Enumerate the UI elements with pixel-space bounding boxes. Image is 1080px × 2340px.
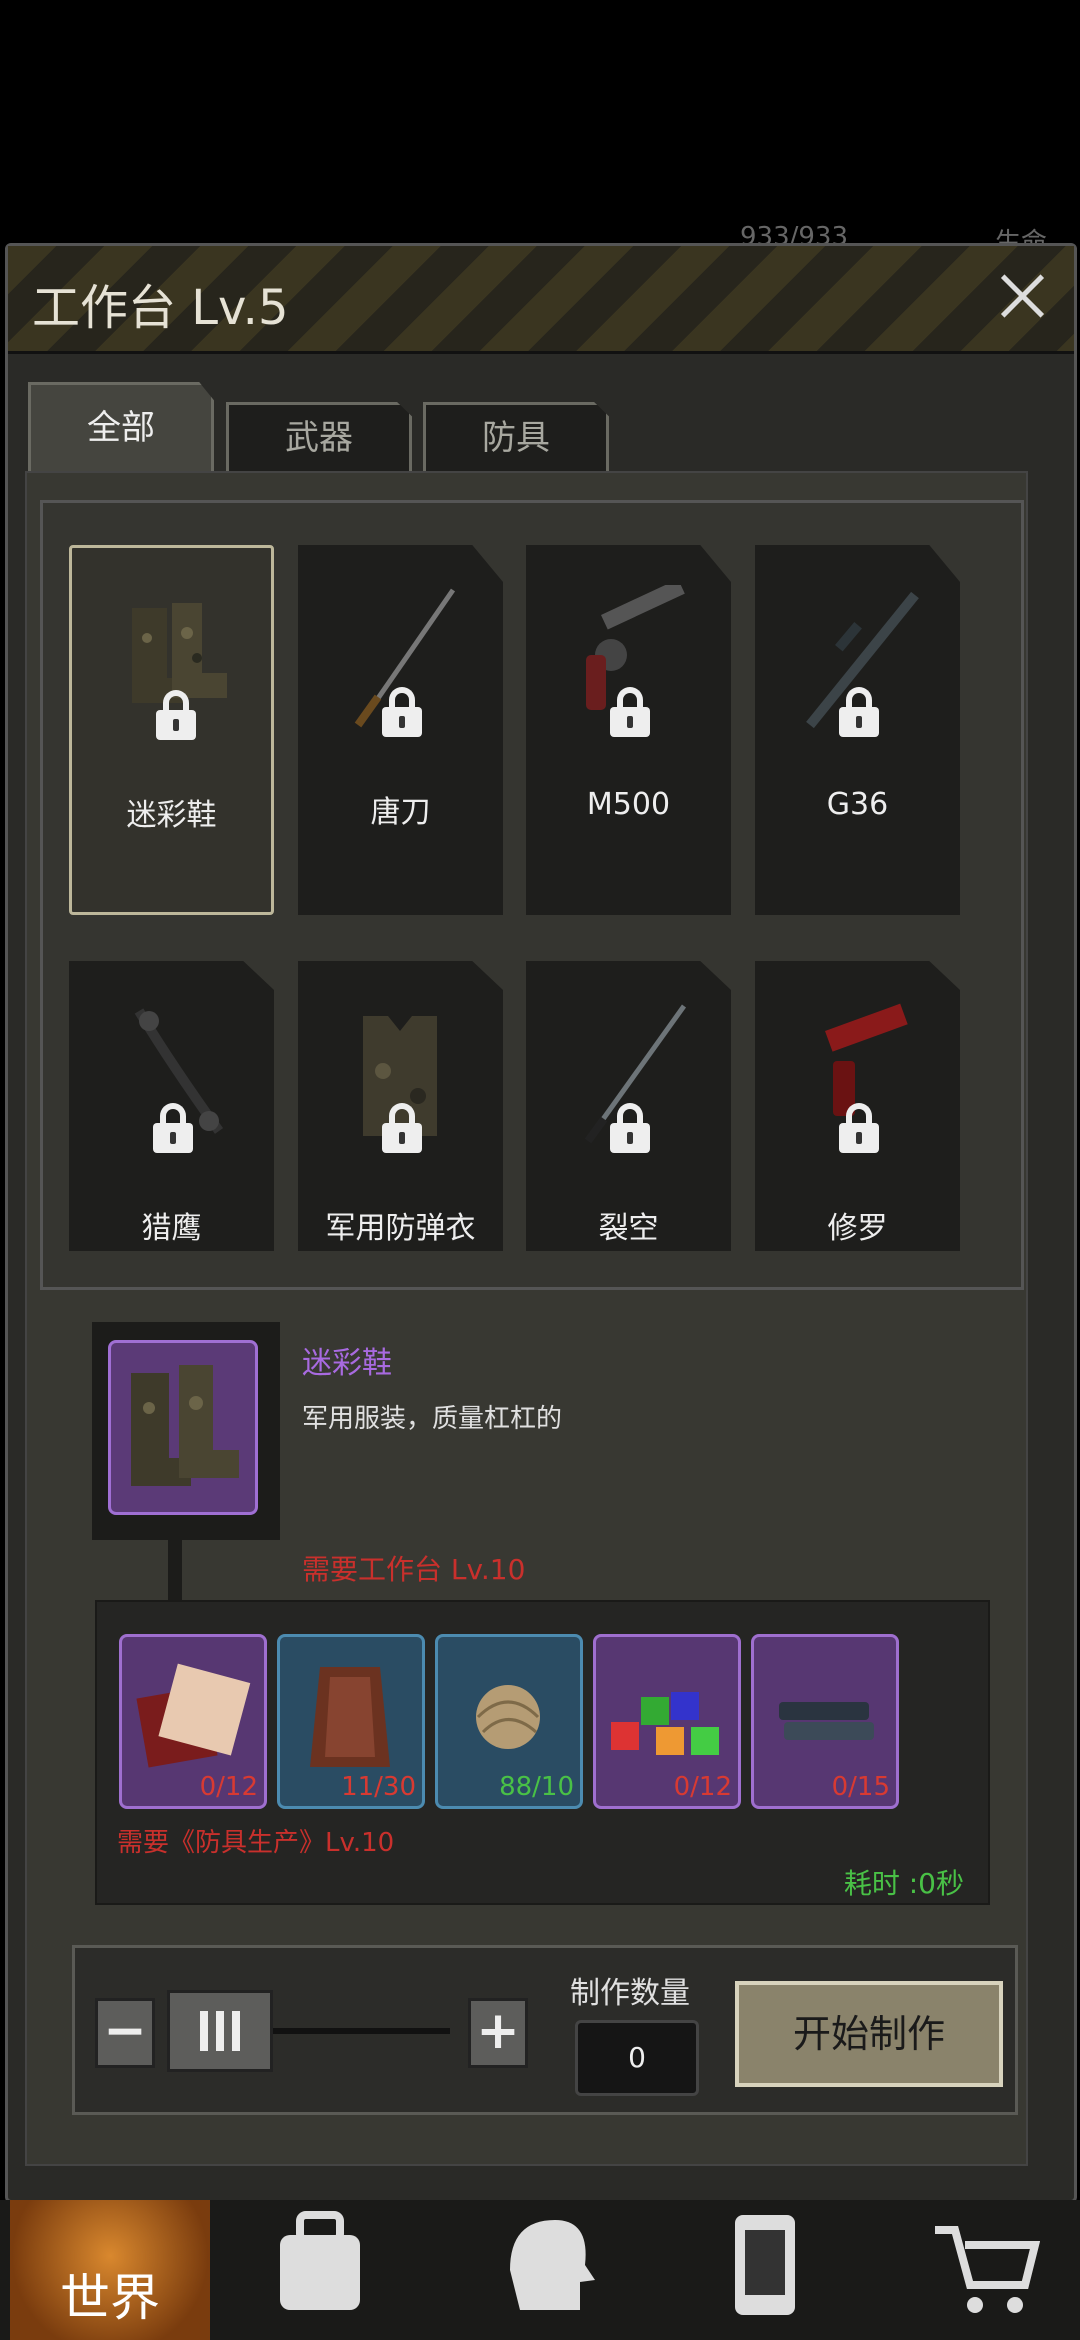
skill-requirement: 需要《防具生产》Lv.10 — [117, 1828, 395, 1858]
material-slot[interactable]: 0/12 — [119, 1634, 267, 1809]
quantity-slider-thumb[interactable] — [167, 1990, 273, 2072]
lock-icon — [153, 1103, 193, 1153]
phone-icon[interactable] — [710, 2210, 820, 2320]
connector-line — [168, 1540, 182, 1600]
quantity-value: 0 — [575, 2020, 699, 2096]
material-count: 88/10 — [499, 1772, 574, 1802]
recipe-grid: 迷彩鞋 唐刀 M500 G36 猎鹰 军用防弹衣 裂空 修罗 — [40, 500, 1024, 1290]
recipe-name: M500 — [586, 787, 671, 822]
camo-boots-icon — [108, 1340, 258, 1515]
backpack-icon[interactable] — [265, 2210, 375, 2320]
title-bar: 工作台 Lv.5 — [8, 246, 1074, 354]
material-slot[interactable]: 0/15 — [751, 1634, 899, 1809]
decrease-button[interactable]: − — [95, 1998, 155, 2068]
recipe-name: G36 — [826, 787, 889, 822]
tab-weapons[interactable]: 武器 — [226, 402, 412, 474]
tab-all[interactable]: 全部 — [28, 382, 214, 474]
recipe-name: 军用防弹衣 — [325, 1211, 476, 1246]
recipe-name: 猎鹰 — [141, 1211, 202, 1246]
shopping-cart-icon[interactable] — [930, 2210, 1040, 2320]
close-icon[interactable] — [994, 268, 1050, 324]
craft-controls: − + 制作数量 0 开始制作 — [72, 1945, 1018, 2115]
increase-button[interactable]: + — [468, 1998, 528, 2068]
quantity-label: 制作数量 — [570, 1976, 690, 2011]
recipe-card[interactable]: 裂空 — [526, 961, 731, 1251]
craft-time: 耗时 :0秒 — [843, 1867, 964, 1900]
material-slot[interactable]: 11/30 — [277, 1634, 425, 1809]
recipe-card[interactable]: M500 — [526, 545, 731, 915]
material-slot[interactable]: 88/10 — [435, 1634, 583, 1809]
lock-icon — [839, 687, 879, 737]
quantity-slider-track[interactable] — [250, 2028, 450, 2034]
recipe-card[interactable]: 迷彩鞋 — [69, 545, 274, 915]
start-crafting-button[interactable]: 开始制作 — [735, 1981, 1003, 2087]
workbench-requirement: 需要工作台 Lv.10 — [302, 1553, 526, 1586]
lock-icon — [382, 1103, 422, 1153]
recipe-card[interactable]: 猎鹰 — [69, 961, 274, 1251]
tab-armor[interactable]: 防具 — [423, 402, 609, 474]
window-title: 工作台 Lv.5 — [32, 280, 289, 336]
material-slot[interactable]: 0/12 — [593, 1634, 741, 1809]
selected-item-frame — [92, 1322, 280, 1540]
recipe-card[interactable]: 唐刀 — [298, 545, 503, 915]
material-count: 0/12 — [199, 1772, 258, 1802]
nav-world[interactable]: 世界 — [10, 2200, 210, 2340]
recipe-name: 裂空 — [598, 1211, 659, 1246]
lock-icon — [156, 690, 196, 740]
material-count: 11/30 — [341, 1772, 416, 1802]
head-skills-icon[interactable] — [490, 2210, 600, 2320]
material-count: 0/15 — [831, 1772, 890, 1802]
bottom-nav: 世界 — [0, 2200, 1080, 2340]
lock-icon — [610, 1103, 650, 1153]
recipe-card[interactable]: G36 — [755, 545, 960, 915]
materials-panel: 0/12 11/30 88/10 0/12 0/15 需要《防具生产》Lv.10… — [95, 1600, 990, 1905]
recipe-card[interactable]: 军用防弹衣 — [298, 961, 503, 1251]
selected-item-description: 军用服装，质量杠杠的 — [302, 1404, 563, 1434]
nav-world-label: 世界 — [60, 2269, 160, 2327]
recipe-card[interactable]: 修罗 — [755, 961, 960, 1251]
recipe-name: 唐刀 — [370, 795, 431, 830]
lock-icon — [382, 687, 422, 737]
recipe-name: 迷彩鞋 — [126, 798, 217, 833]
selected-item-name: 迷彩鞋 — [302, 1346, 392, 1381]
lock-icon — [610, 687, 650, 737]
material-count: 0/12 — [673, 1772, 732, 1802]
lock-icon — [839, 1103, 879, 1153]
recipe-name: 修罗 — [827, 1211, 888, 1246]
